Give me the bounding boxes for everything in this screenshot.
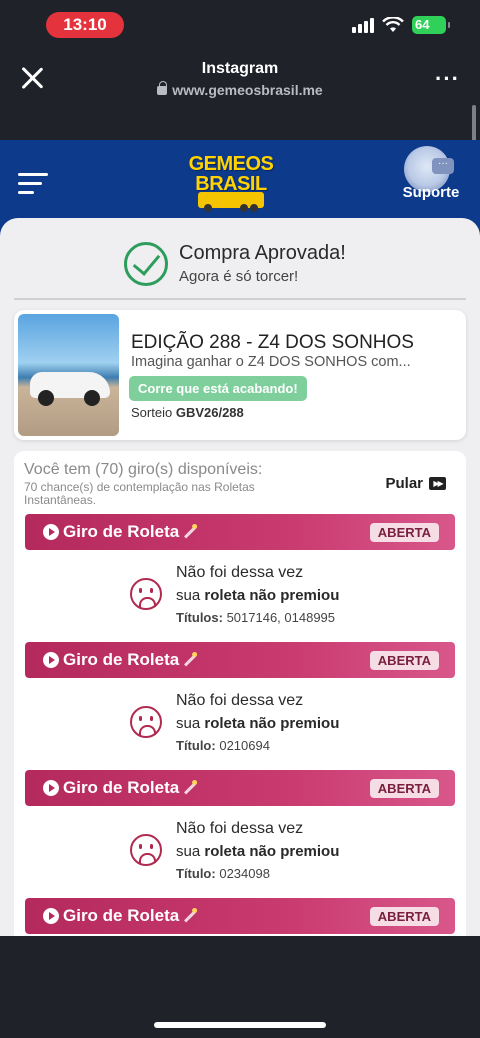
sad-face-icon — [130, 834, 162, 866]
browser-bar: Instagram www.gemeosbrasil.me ··· — [0, 48, 480, 140]
draw-code: GBV26/288 — [175, 405, 244, 420]
spin-bar[interactable]: Giro de Roleta ABERTA — [25, 642, 455, 678]
skip-label: Pular — [385, 475, 423, 492]
browser-url: www.gemeosbrasil.me — [172, 82, 323, 98]
magic-wand-icon — [184, 910, 197, 923]
spin-label: Giro de Roleta — [63, 650, 197, 670]
play-icon — [43, 652, 59, 668]
lock-icon — [157, 81, 168, 95]
spin-bar[interactable]: Giro de Roleta ABERTA — [25, 770, 455, 806]
spins-card: Você tem (70) giro(s) disponíveis: 70 ch… — [14, 451, 466, 936]
spin-item: Giro de Roleta ABERTA Não foi dessa vez … — [25, 514, 455, 642]
logo-text: GEMEOS BRASIL — [188, 153, 274, 195]
home-indicator[interactable] — [154, 1022, 326, 1028]
status-badge: ABERTA — [369, 523, 439, 542]
spin-label: Giro de Roleta — [63, 522, 197, 542]
magic-wand-icon — [184, 782, 197, 795]
chat-icon: ··· — [432, 158, 454, 174]
play-icon — [43, 908, 59, 924]
draw-label: Sorteio — [131, 405, 173, 420]
spins-title: Você tem (70) giro(s) disponíveis: — [24, 461, 263, 478]
result-titles: Títulos: 5017146, 0148995 — [176, 610, 336, 625]
result-titles: Título: 0234098 — [176, 866, 270, 881]
product-title: EDIÇÃO 288 - Z4 DOS SONHOS — [131, 332, 414, 353]
spin-item: Giro de Roleta ABERTA Não foi dessa vez … — [25, 770, 455, 898]
product-card[interactable]: EDIÇÃO 288 - Z4 DOS SONHOS Imagina ganha… — [14, 310, 466, 440]
check-circle-icon — [124, 242, 168, 286]
magic-wand-icon — [184, 526, 197, 539]
spin-bar[interactable]: Giro de Roleta ABERTA — [25, 514, 455, 550]
status-badge: ABERTA — [369, 651, 439, 670]
result-detail: sua roleta não premiou — [176, 715, 340, 732]
play-icon — [43, 780, 59, 796]
main-content: Compra Aprovada! Agora é só torcer! EDIÇ… — [0, 218, 480, 936]
spin-label: Giro de Roleta — [63, 778, 197, 798]
logo-truck-icon — [198, 192, 264, 212]
support-label: Suporte — [402, 184, 460, 201]
browser-title: Instagram — [201, 60, 279, 77]
sad-face-icon — [130, 578, 162, 610]
approved-title: Compra Aprovada! — [179, 242, 346, 264]
status-badge: Corre que está acabando! — [129, 376, 307, 401]
sad-face-icon — [130, 706, 162, 738]
result-detail: sua roleta não premiou — [176, 843, 340, 860]
result-titles: Título: 0210694 — [176, 738, 270, 753]
spin-item: Giro de Roleta ABERTA Não foi dessa vez … — [25, 642, 455, 770]
magic-wand-icon — [184, 654, 197, 667]
result-message: Não foi dessa vez — [176, 692, 304, 709]
status-icons: 64 — [352, 16, 450, 34]
signal-icon — [352, 17, 374, 33]
product-description: Imagina ganhar o Z4 DOS SONHOS com... — [131, 354, 411, 370]
result-message: Não foi dessa vez — [176, 564, 304, 581]
spins-subtitle: 70 chance(s) de contemplação nas Roletas… — [24, 480, 255, 507]
product-image — [18, 314, 119, 436]
play-icon — [43, 524, 59, 540]
result-detail: sua roleta não premiou — [176, 587, 340, 604]
browser-bottom-area — [0, 936, 480, 1038]
spin-item: Giro de Roleta ABERTA — [25, 898, 455, 936]
site-logo[interactable]: GEMEOS BRASIL — [188, 154, 274, 214]
skip-button[interactable]: Pular ▶▶ — [385, 475, 446, 492]
browser-url-wrap[interactable]: www.gemeosbrasil.me — [0, 81, 480, 98]
fast-forward-icon: ▶▶ — [429, 477, 446, 490]
more-options-icon[interactable]: ··· — [435, 66, 460, 92]
status-time: 13:10 — [46, 12, 124, 38]
spin-label: Giro de Roleta — [63, 906, 197, 926]
status-bar: 13:10 64 — [0, 0, 480, 48]
spin-bar[interactable]: Giro de Roleta ABERTA — [25, 898, 455, 934]
menu-icon[interactable] — [18, 173, 50, 195]
divider — [14, 298, 466, 300]
status-badge: ABERTA — [369, 779, 439, 798]
approved-subtitle: Agora é só torcer! — [179, 268, 299, 285]
status-badge: ABERTA — [369, 907, 439, 926]
battery-icon: 64 — [412, 16, 450, 34]
draw-info: Sorteio GBV26/288 — [131, 405, 244, 420]
wifi-icon — [382, 17, 404, 32]
result-message: Não foi dessa vez — [176, 820, 304, 837]
